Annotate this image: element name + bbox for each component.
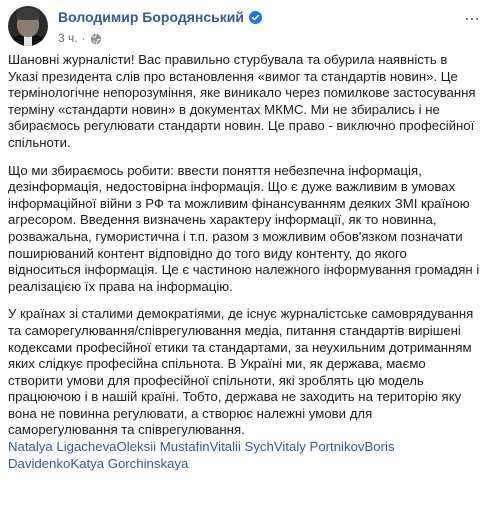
post-header: Володимир Бородянський 3 ч. · ··· — [7, 0, 481, 52]
author-name-link[interactable]: Володимир Бородянський — [58, 9, 244, 25]
author-row: Володимир Бородянський — [58, 7, 262, 27]
tagged-person-link[interactable]: Vitalii Sych — [210, 439, 274, 454]
post-subtitle-row: 3 ч. · — [58, 29, 262, 47]
tagged-person-link[interactable]: Oleksii Mustafin — [117, 439, 210, 454]
meta-separator: · — [81, 31, 86, 45]
post-paragraph: Шановні журналісти! Вас правильно стурбу… — [8, 52, 476, 150]
post-body: Шановні журналісти! Вас правильно стурбу… — [7, 52, 481, 439]
post-paragraph: У країнах зі сталими демократіями, де іс… — [8, 306, 474, 438]
post-meta: Володимир Бородянський 3 ч. · — [58, 6, 262, 47]
post-paragraph: Що ми збираємось робити: ввести поняття … — [8, 162, 480, 294]
post-timestamp-link[interactable]: 3 ч. — [58, 31, 78, 45]
more-options-icon[interactable]: ··· — [464, 9, 480, 27]
avatar-collar — [24, 36, 32, 46]
tagged-person-link[interactable]: Katya Gorchinskaya — [70, 456, 188, 471]
facebook-post: Володимир Бородянський 3 ч. · ··· Шановн… — [0, 0, 491, 530]
tagged-person-link[interactable]: Vitaly Portnikov — [274, 439, 365, 454]
tagged-people: Natalya LigachevaOleksii MustafinVitalii… — [7, 439, 481, 472]
globe-icon[interactable] — [90, 32, 102, 45]
tagged-person-link[interactable]: Natalya Ligacheva — [8, 439, 117, 454]
verified-badge-icon — [248, 10, 262, 24]
avatar-hair — [16, 8, 40, 20]
author-avatar[interactable] — [8, 6, 48, 46]
